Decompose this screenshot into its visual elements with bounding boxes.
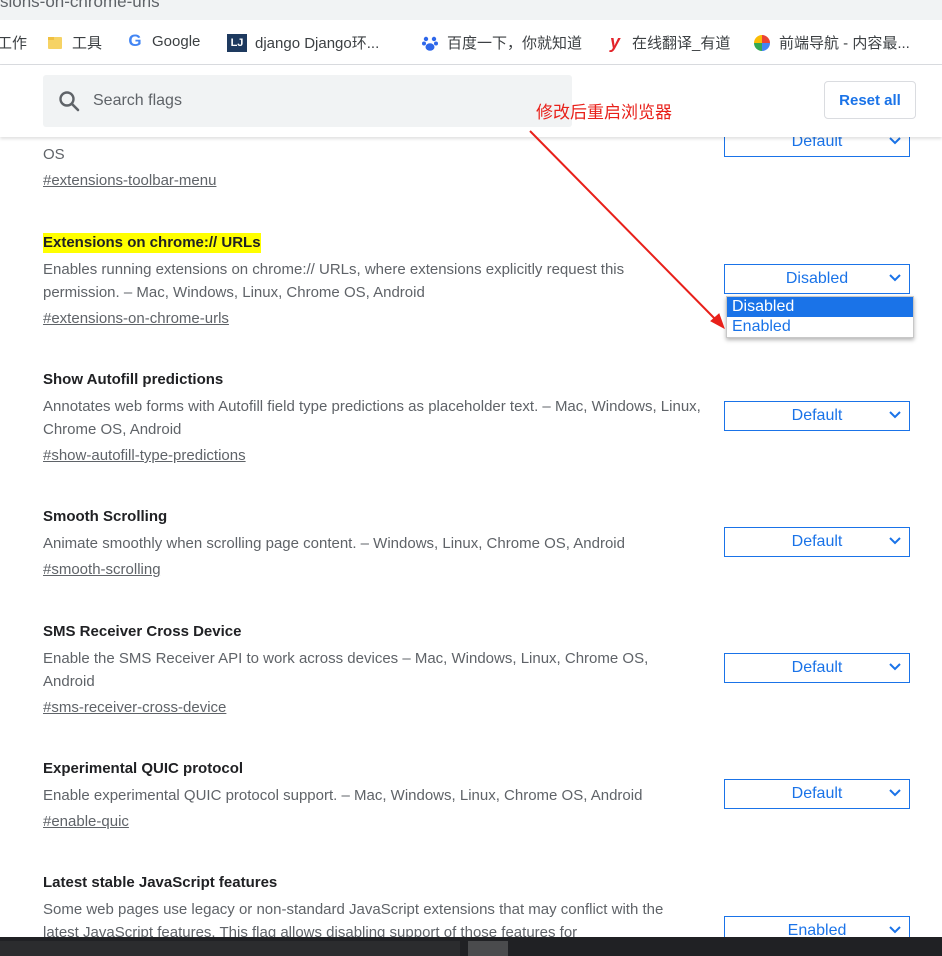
- flag-title: Smooth Scrolling: [43, 508, 168, 525]
- bookmark-google[interactable]: G Google: [126, 31, 201, 50]
- youdao-icon: y: [609, 32, 620, 52]
- bookmark-baidu[interactable]: 百度一下，你就知道: [421, 32, 582, 53]
- google-icon: G: [128, 31, 142, 50]
- flag-title: Latest stable JavaScript features: [43, 874, 278, 891]
- bookmark-tools[interactable]: 工具: [46, 32, 102, 53]
- flag-anchor-link[interactable]: #enable-quic: [43, 810, 129, 833]
- select-value: Enabled: [787, 922, 847, 937]
- select-value: Default: [791, 785, 843, 802]
- flags-header: Reset all: [0, 65, 942, 137]
- address-bar[interactable]: sions-on-chrome-urls: [0, 0, 942, 20]
- search-input[interactable]: [91, 91, 535, 111]
- flag-description: Enables running extensions on chrome:// …: [43, 261, 625, 301]
- flag-sms-receiver-cross-device: SMS Receiver Cross Device Enable the SMS…: [43, 622, 703, 719]
- bookmark-work[interactable]: 工作: [0, 32, 27, 53]
- flag-select-extensions-toolbar-menu[interactable]: Default: [724, 137, 910, 157]
- search-box[interactable]: [43, 75, 572, 127]
- flag-extensions-toolbar-menu: OS #extensions-toolbar-menu: [43, 143, 703, 192]
- select-value: Default: [791, 137, 843, 150]
- flag-smooth-scrolling: Smooth Scrolling Animate smoothly when s…: [43, 507, 703, 581]
- flag-title: Show Autofill predictions: [43, 371, 224, 388]
- taskbar-item[interactable]: [0, 941, 460, 956]
- flag-description: Enable experimental QUIC protocol suppor…: [43, 787, 643, 804]
- search-icon: [59, 91, 80, 112]
- dropdown-option-disabled[interactable]: Disabled: [727, 297, 913, 317]
- flag-anchor-link[interactable]: #show-autofill-type-predictions: [43, 444, 246, 467]
- flag-anchor-link[interactable]: #smooth-scrolling: [43, 558, 161, 581]
- flag-description: OS: [43, 146, 65, 163]
- flag-select-latest-stable-javascript[interactable]: Enabled: [724, 916, 910, 937]
- flag-extensions-on-chrome-urls: Extensions on chrome:// URLs Enables run…: [43, 233, 703, 330]
- bookmark-frontend-nav[interactable]: 前端导航 - 内容最...: [753, 32, 910, 53]
- baidu-paw-icon: [421, 34, 439, 52]
- chevron-down-icon: [889, 537, 901, 545]
- flag-description: Animate smoothly when scrolling page con…: [43, 535, 625, 552]
- select-value: Default: [791, 407, 843, 424]
- flag-select-smooth-scrolling[interactable]: Default: [724, 527, 910, 557]
- flag-description: Annotates web forms with Autofill field …: [43, 398, 701, 438]
- flag-experimental-quic: Experimental QUIC protocol Enable experi…: [43, 759, 703, 833]
- reset-all-button[interactable]: Reset all: [824, 81, 916, 119]
- flag-description: Enable the SMS Receiver API to work acro…: [43, 650, 649, 690]
- bookmark-django[interactable]: LJ django Django环...: [227, 32, 379, 53]
- bookmark-label: 工作: [0, 35, 28, 52]
- lj-icon: LJ: [227, 33, 247, 52]
- bookmark-label: 前端导航 - 内容最...: [779, 35, 910, 52]
- bookmark-label: 百度一下，你就知道: [447, 35, 583, 52]
- chevron-down-icon: [889, 411, 901, 419]
- flag-title: SMS Receiver Cross Device: [43, 623, 242, 640]
- flag-anchor-link[interactable]: #sms-receiver-cross-device: [43, 696, 226, 719]
- taskbar: [0, 937, 942, 956]
- bookmark-label: 工具: [72, 35, 103, 52]
- chevron-down-icon: [889, 663, 901, 671]
- chevron-down-icon: [889, 137, 901, 145]
- bookmark-label: Google: [152, 32, 201, 50]
- flag-latest-stable-javascript: Latest stable JavaScript features Some w…: [43, 873, 703, 937]
- flag-anchor-link[interactable]: #extensions-on-chrome-urls: [43, 307, 229, 330]
- flag-select-sms-receiver-cross-device[interactable]: Default: [724, 653, 910, 683]
- pinwheel-icon: [753, 34, 771, 52]
- bookmark-label: django Django环...: [255, 35, 380, 52]
- bookmarks-bar: 工作 工具 G Google LJ django Django环... 百度一下…: [0, 20, 942, 65]
- flag-description: Some web pages use legacy or non-standar…: [43, 901, 664, 937]
- flag-select-experimental-quic[interactable]: Default: [724, 779, 910, 809]
- flag-title: Extensions on chrome:// URLs: [43, 233, 261, 253]
- dropdown-option-enabled[interactable]: Enabled: [727, 317, 913, 337]
- flag-select-extensions-on-chrome-urls[interactable]: Disabled: [724, 264, 910, 294]
- chevron-down-icon: [889, 274, 901, 282]
- flag-title: Experimental QUIC protocol: [43, 760, 244, 777]
- chevron-down-icon: [889, 926, 901, 934]
- folder-icon: [46, 34, 64, 52]
- flag-anchor-link[interactable]: #extensions-toolbar-menu: [43, 169, 216, 192]
- bookmark-youdao[interactable]: y 在线翻译_有道: [606, 32, 730, 53]
- bookmark-label: 在线翻译_有道: [632, 35, 731, 52]
- annotation-text: 修改后重启浏览器: [536, 103, 672, 122]
- select-value: Default: [791, 533, 843, 550]
- taskbar-item[interactable]: [468, 941, 508, 956]
- flags-list: OS #extensions-toolbar-menu Default Exte…: [0, 137, 942, 937]
- select-value: Default: [791, 659, 843, 676]
- flag-show-autofill-predictions: Show Autofill predictions Annotates web …: [43, 370, 703, 467]
- select-value: Disabled: [785, 270, 849, 287]
- address-url: sions-on-chrome-urls: [0, 0, 160, 11]
- flag-select-show-autofill-predictions[interactable]: Default: [724, 401, 910, 431]
- chevron-down-icon: [889, 789, 901, 797]
- select-dropdown-menu: Disabled Enabled: [726, 296, 914, 338]
